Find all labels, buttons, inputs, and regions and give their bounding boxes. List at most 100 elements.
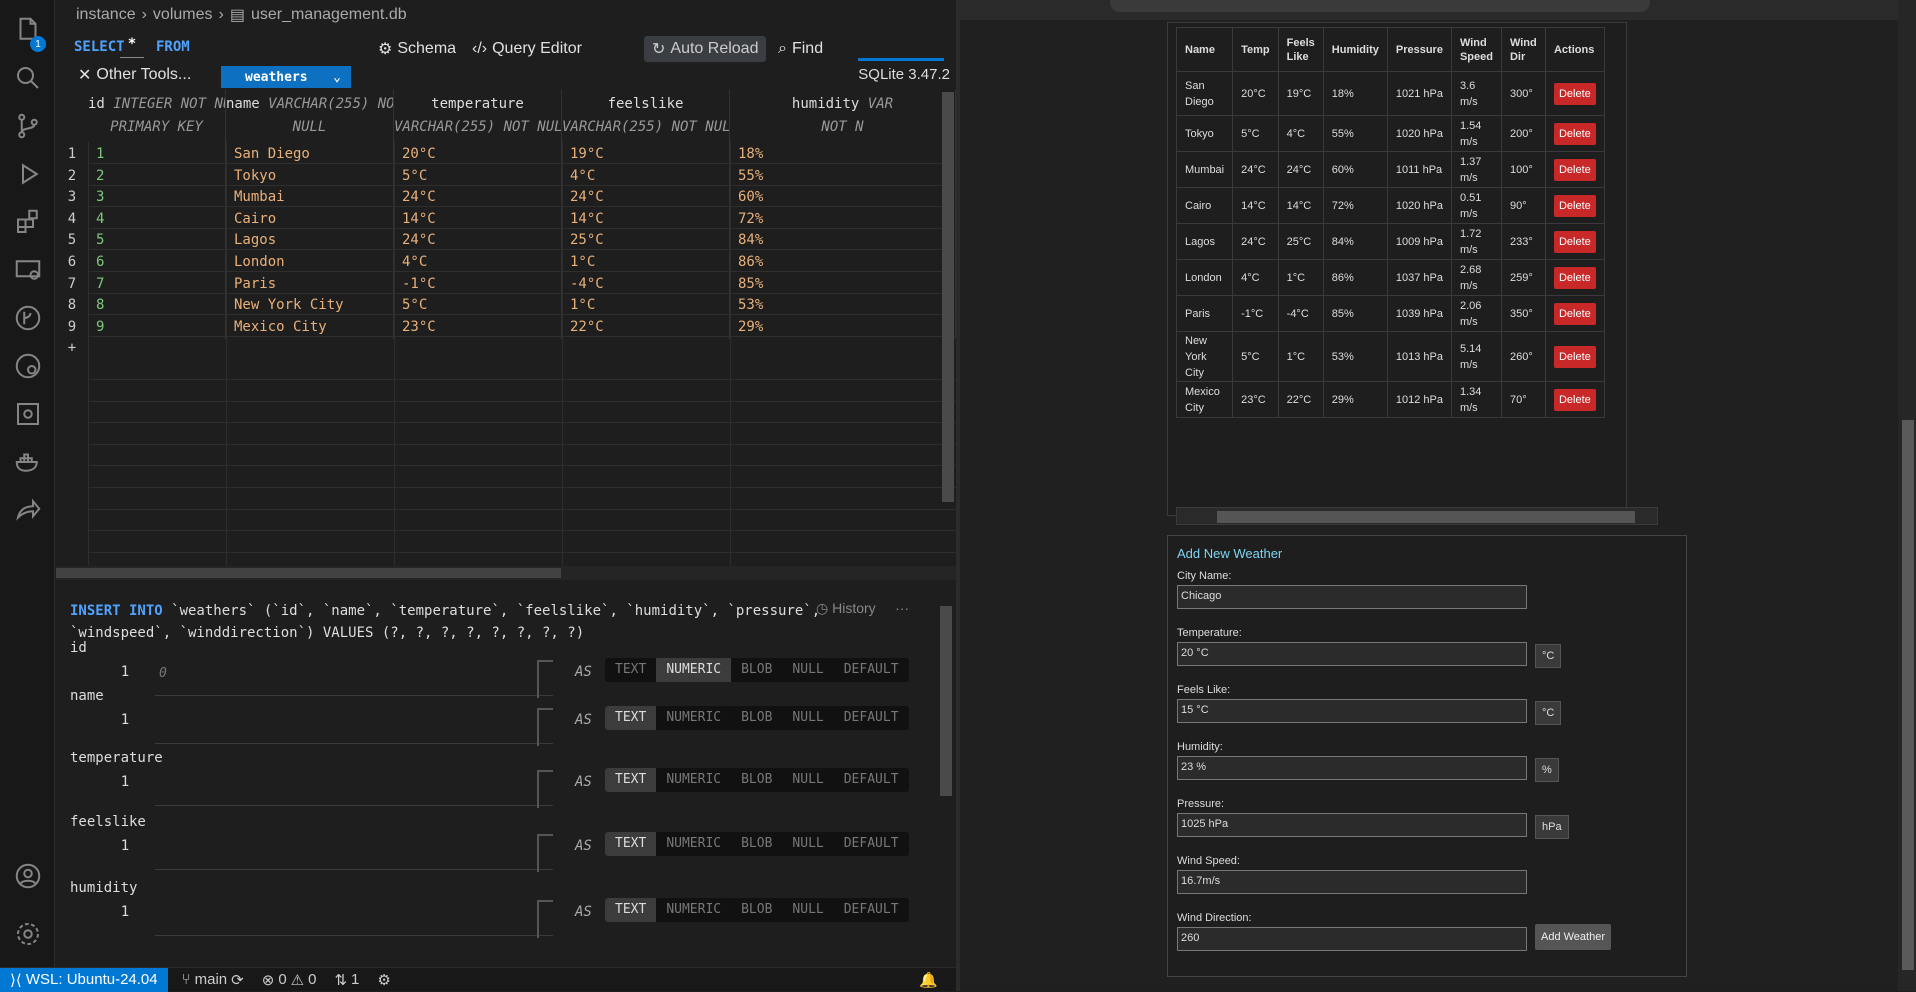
- schema-button[interactable]: ⚙ Schema: [378, 36, 456, 62]
- delete-button[interactable]: Delete: [1553, 345, 1596, 368]
- other-tools-button[interactable]: ✕ Other Tools...: [78, 62, 191, 88]
- branch-icon: ⑂: [181, 971, 191, 988]
- branch-indicator[interactable]: ⑂ main ⟳: [182, 971, 244, 989]
- remote-indicator[interactable]: ⟩⟨ WSL: Ubuntu-24.04: [0, 967, 168, 992]
- table-row: Mexico City 23°C 22°C 29% 1012 hPa 1.34 m/s 70…: [1175, 381, 1605, 418]
- ports-indicator[interactable]: ⇅ 1: [334, 971, 359, 989]
- debug-indicator[interactable]: ⚙: [377, 971, 390, 989]
- account-icon[interactable]: [0, 852, 55, 900]
- form-input[interactable]: 1025 hPa: [1177, 813, 1527, 837]
- table-cell: 20°C: [1232, 71, 1279, 116]
- form-field: Temperature: 20 °C °C: [1177, 627, 1677, 677]
- scrollbar-thumb[interactable]: [56, 568, 561, 578]
- find-button[interactable]: ⌕ Find: [778, 36, 823, 62]
- git-history-icon[interactable]: [0, 342, 55, 390]
- delete-button[interactable]: Delete: [1553, 302, 1596, 325]
- address-bar[interactable]: [1110, 0, 1650, 12]
- page-vertical-scrollbar[interactable]: [1898, 0, 1916, 991]
- type-option-text[interactable]: TEXT: [605, 768, 657, 792]
- column-selector[interactable]: *: [120, 36, 144, 58]
- form-input[interactable]: 16.7m/s: [1177, 870, 1527, 894]
- type-option-blob[interactable]: BLOB: [731, 768, 782, 792]
- form-input[interactable]: 23 %: [1177, 756, 1527, 780]
- more-actions-icon[interactable]: ···: [895, 600, 909, 616]
- delete-button[interactable]: Delete: [1553, 194, 1596, 217]
- table-select[interactable]: weathers ⌄: [221, 66, 351, 88]
- scrollbar-thumb[interactable]: [1902, 420, 1914, 970]
- type-option-null[interactable]: NULL: [782, 898, 833, 922]
- type-option-default[interactable]: DEFAULT: [834, 768, 909, 792]
- type-option-numeric[interactable]: NUMERIC: [656, 832, 731, 856]
- table-horizontal-scrollbar[interactable]: [1176, 507, 1658, 525]
- problems-indicator[interactable]: ⊗ 0 ⚠ 0: [262, 971, 317, 989]
- type-option-text[interactable]: TEXT: [605, 832, 657, 856]
- type-option-text[interactable]: TEXT: [605, 706, 657, 730]
- type-option-blob[interactable]: BLOB: [731, 898, 782, 922]
- remote-explorer-icon[interactable]: [0, 246, 55, 294]
- type-option-blob[interactable]: BLOB: [731, 706, 782, 730]
- type-option-default[interactable]: DEFAULT: [834, 706, 909, 730]
- breadcrumb-item[interactable]: user_management.db: [251, 6, 407, 24]
- form-input[interactable]: 20 °C: [1177, 642, 1527, 666]
- docker-icon[interactable]: [0, 438, 55, 486]
- git-graph-icon[interactable]: [0, 294, 55, 342]
- history-button[interactable]: ◷ History ···: [816, 600, 909, 617]
- column-header[interactable]: humidity VAR NOT N: [730, 90, 956, 142]
- source-control-icon[interactable]: [0, 102, 55, 150]
- table-cell: 14°C: [1277, 187, 1324, 224]
- type-option-blob[interactable]: BLOB: [731, 658, 782, 682]
- type-option-null[interactable]: NULL: [782, 832, 833, 856]
- type-option-default[interactable]: DEFAULT: [834, 832, 909, 856]
- type-option-text[interactable]: TEXT: [605, 898, 657, 922]
- delete-button[interactable]: Delete: [1553, 158, 1596, 181]
- type-option-blob[interactable]: BLOB: [731, 832, 782, 856]
- column-header[interactable]: temperature VARCHAR(255) NOT NULL: [394, 90, 562, 142]
- table-cell: Mexico City: [1175, 381, 1234, 418]
- type-option-null[interactable]: NULL: [782, 768, 833, 792]
- field-value-input[interactable]: [155, 900, 553, 938]
- type-option-null[interactable]: NULL: [782, 706, 833, 730]
- explorer-icon[interactable]: 1: [0, 6, 55, 54]
- type-option-numeric[interactable]: NUMERIC: [656, 768, 731, 792]
- insert-vertical-scrollbar[interactable]: [940, 606, 952, 796]
- type-option-default[interactable]: DEFAULT: [834, 658, 909, 682]
- type-option-numeric[interactable]: NUMERIC: [656, 898, 731, 922]
- scrollbar-thumb[interactable]: [1217, 511, 1635, 523]
- auto-reload-button[interactable]: ↻ Auto Reload: [644, 36, 767, 62]
- column-header[interactable]: feelslike VARCHAR(255) NOT NULL: [562, 90, 730, 142]
- type-option-default[interactable]: DEFAULT: [834, 898, 909, 922]
- delete-button[interactable]: Delete: [1553, 266, 1596, 289]
- form-input[interactable]: 260: [1177, 927, 1527, 951]
- type-option-null[interactable]: NULL: [782, 658, 833, 682]
- field-value-input[interactable]: [155, 834, 553, 872]
- grid-vertical-scrollbar[interactable]: [942, 92, 954, 502]
- add-weather-button[interactable]: Add Weather: [1535, 924, 1612, 950]
- search-icon[interactable]: [0, 54, 55, 102]
- breadcrumb-item[interactable]: volumes: [153, 6, 213, 24]
- run-debug-icon[interactable]: [0, 150, 55, 198]
- form-input[interactable]: Chicago: [1177, 585, 1527, 609]
- field-value-input[interactable]: [155, 770, 553, 808]
- notifications-icon[interactable]: 🔔: [919, 971, 938, 989]
- delete-button[interactable]: Delete: [1553, 230, 1596, 253]
- database-icon[interactable]: [0, 390, 55, 438]
- delete-button[interactable]: Delete: [1553, 122, 1596, 145]
- breadcrumb-item[interactable]: instance: [76, 6, 136, 24]
- sync-icon[interactable]: ⟳: [231, 971, 244, 989]
- grid-horizontal-scrollbar[interactable]: [56, 566, 956, 580]
- column-header[interactable]: name VARCHAR(255) NOT NULL: [226, 90, 394, 142]
- type-option-text[interactable]: TEXT: [605, 658, 656, 682]
- query-editor-button[interactable]: ‹/› Query Editor: [472, 36, 582, 62]
- form-input[interactable]: 15 °C: [1177, 699, 1527, 723]
- delete-button[interactable]: Delete: [1553, 388, 1596, 411]
- table-cell: Mumbai: [1175, 151, 1234, 188]
- delete-button[interactable]: Delete: [1553, 82, 1596, 105]
- type-option-numeric[interactable]: NUMERIC: [656, 658, 732, 682]
- column-header[interactable]: id INTEGER NOT NULL PRIMARY KEY: [88, 90, 226, 142]
- add-row-button[interactable]: +: [56, 336, 88, 360]
- field-value-input[interactable]: [155, 708, 553, 746]
- settings-gear-icon[interactable]: [0, 910, 55, 958]
- type-option-numeric[interactable]: NUMERIC: [656, 706, 731, 730]
- extensions-icon[interactable]: [0, 198, 55, 246]
- live-share-icon[interactable]: [0, 486, 55, 534]
